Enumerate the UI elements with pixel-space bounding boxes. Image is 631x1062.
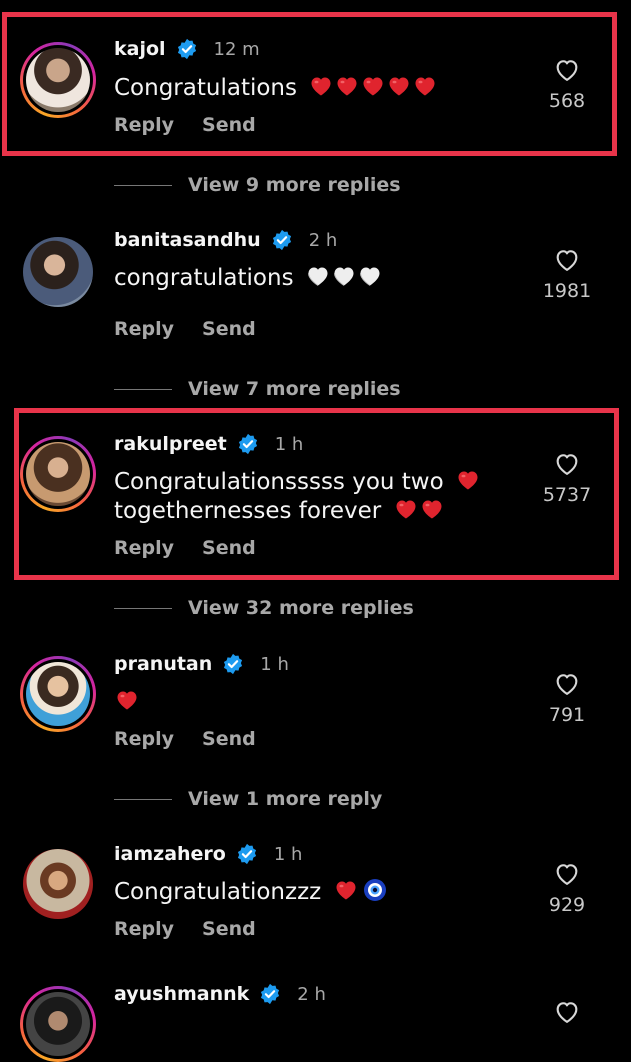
verified-badge-icon — [237, 433, 259, 455]
avatar[interactable] — [20, 986, 96, 1062]
send-button[interactable]: Send — [202, 537, 256, 559]
send-button[interactable]: Send — [202, 728, 256, 750]
username[interactable]: rakulpreet — [114, 433, 227, 455]
like-control: 929 — [537, 860, 597, 916]
comment-header: banitasandhu 2 h — [114, 226, 337, 254]
red-heart-emoji-icon — [114, 688, 140, 712]
username[interactable]: kajol — [114, 38, 166, 60]
username[interactable]: banitasandhu — [114, 229, 261, 251]
comment-text-line2: togethernesses forever — [114, 498, 382, 524]
comment-text — [114, 688, 514, 717]
avatar[interactable] — [20, 846, 96, 922]
timestamp: 1 h — [260, 653, 289, 675]
like-count: 791 — [548, 704, 586, 726]
like-control: 791 — [537, 670, 597, 726]
comment-text-content: congratulations — [114, 265, 294, 291]
white-heart-emoji-icon — [331, 264, 357, 288]
comment-header: pranutan 1 h — [114, 650, 289, 678]
view-more-replies[interactable]: View 1 more reply — [114, 788, 382, 810]
verified-badge-icon — [259, 983, 281, 1005]
username[interactable]: iamzahero — [114, 843, 226, 865]
heart-outline-icon[interactable] — [553, 56, 581, 84]
view-more-replies[interactable]: View 7 more replies — [114, 378, 401, 400]
comment-text-line1: Congratulationsssss you two — [114, 469, 444, 495]
divider-line — [114, 184, 172, 186]
send-button[interactable]: Send — [202, 114, 256, 136]
comment-text-content: Congratulationzzz — [114, 879, 322, 905]
send-button[interactable]: Send — [202, 318, 256, 340]
view-more-label[interactable]: View 1 more reply — [188, 788, 382, 810]
timestamp: 2 h — [308, 229, 338, 251]
comment-header: rakulpreet 1 h — [114, 430, 303, 458]
heart-outline-icon[interactable] — [553, 998, 581, 1026]
like-count: 929 — [548, 894, 586, 916]
avatar[interactable] — [20, 656, 96, 732]
verified-badge-icon — [271, 229, 293, 251]
red-heart-emoji-icon — [308, 74, 334, 98]
verified-badge-icon — [236, 843, 258, 865]
send-button[interactable]: Send — [202, 918, 256, 940]
timestamp: 1 h — [273, 843, 303, 865]
verified-badge-icon — [176, 38, 198, 60]
red-heart-emoji-icon — [334, 74, 360, 98]
white-heart-emoji-icon — [305, 264, 331, 288]
timestamp: 1 h — [274, 433, 304, 455]
view-more-label[interactable]: View 9 more replies — [188, 174, 401, 196]
red-heart-emoji-icon — [412, 74, 438, 98]
verified-badge-icon — [222, 653, 244, 675]
divider-line — [114, 607, 172, 609]
comment-text: Congratulationzzz — [114, 878, 514, 907]
white-heart-emoji-icon — [357, 264, 383, 288]
comment-text: Congratulationsssss you two togetherness… — [114, 468, 534, 526]
comment-header: kajol 12 m — [114, 35, 260, 63]
red-heart-emoji-icon — [455, 468, 481, 492]
reply-button[interactable]: Reply — [114, 918, 174, 940]
divider-line — [114, 388, 172, 390]
comment-text-content: Congratulations — [114, 75, 297, 101]
red-heart-emoji-icon — [419, 497, 445, 521]
reply-button[interactable]: Reply — [114, 114, 174, 136]
timestamp: 12 m — [213, 38, 260, 60]
like-control — [537, 998, 597, 1026]
like-count: 5737 — [542, 484, 592, 506]
divider-line — [114, 798, 172, 800]
view-more-label[interactable]: View 7 more replies — [188, 378, 401, 400]
heart-outline-icon[interactable] — [553, 860, 581, 888]
view-more-replies[interactable]: View 9 more replies — [114, 174, 401, 196]
avatar[interactable] — [20, 436, 96, 512]
avatar[interactable] — [20, 42, 96, 118]
username[interactable]: ayushmannk — [114, 983, 249, 1005]
like-control: 5737 — [537, 450, 597, 506]
reply-button[interactable]: Reply — [114, 537, 174, 559]
reply-button[interactable]: Reply — [114, 728, 174, 750]
username[interactable]: pranutan — [114, 653, 212, 675]
reply-button[interactable]: Reply — [114, 318, 174, 340]
avatar[interactable] — [20, 234, 96, 310]
view-more-replies[interactable]: View 32 more replies — [114, 597, 414, 619]
red-heart-emoji-icon — [393, 497, 419, 521]
like-control: 1981 — [537, 246, 597, 302]
comment-header: iamzahero 1 h — [114, 840, 302, 868]
like-count: 568 — [548, 90, 586, 112]
comment-header: ayushmannk 2 h — [114, 980, 326, 1008]
red-heart-emoji-icon — [360, 74, 386, 98]
like-count: 1981 — [542, 280, 592, 302]
heart-outline-icon[interactable] — [553, 670, 581, 698]
red-heart-emoji-icon — [386, 74, 412, 98]
red-heart-emoji-icon — [333, 878, 359, 902]
heart-outline-icon[interactable] — [553, 246, 581, 274]
heart-outline-icon[interactable] — [553, 450, 581, 478]
like-control: 568 — [537, 56, 597, 112]
comment-text: congratulations — [114, 264, 514, 293]
comment-text: Congratulations — [114, 74, 514, 103]
view-more-label[interactable]: View 32 more replies — [188, 597, 414, 619]
timestamp: 2 h — [297, 983, 326, 1005]
nazar-amulet-emoji-icon — [363, 878, 387, 902]
